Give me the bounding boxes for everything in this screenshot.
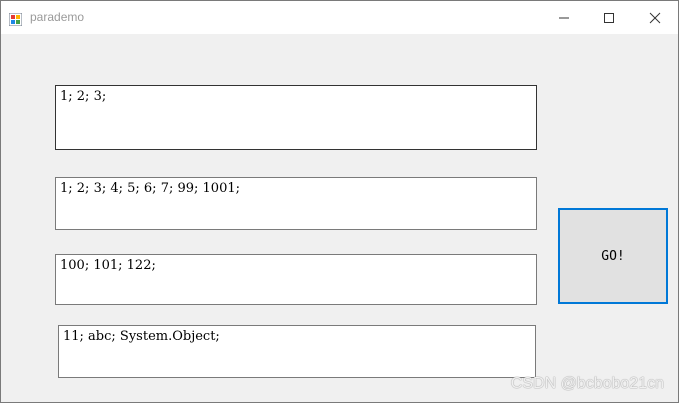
minimize-icon: [559, 17, 569, 18]
textbox-2[interactable]: 1; 2; 3; 4; 5; 6; 7; 99; 1001;: [55, 177, 537, 230]
textbox-3[interactable]: 100; 101; 122;: [55, 254, 537, 305]
minimize-button[interactable]: [541, 1, 587, 34]
maximize-button[interactable]: [586, 1, 632, 34]
go-button-label: GO!: [601, 248, 625, 264]
close-button[interactable]: [632, 1, 678, 34]
window-title: parademo: [30, 10, 85, 24]
textbox-1[interactable]: 1; 2; 3;: [55, 85, 537, 150]
close-icon: [649, 12, 661, 23]
app-icon: [8, 11, 23, 27]
main-window: parademo 1; 2; 3; 1; 2; 3; 4; 5; 6; 7; 9…: [0, 0, 679, 403]
watermark: CSDN @bcbobo21cn: [510, 375, 664, 392]
maximize-icon: [604, 12, 614, 23]
title-bar[interactable]: parademo: [1, 1, 678, 34]
textbox-4[interactable]: 11; abc; System.Object;: [58, 325, 536, 378]
go-button[interactable]: GO!: [558, 208, 668, 304]
